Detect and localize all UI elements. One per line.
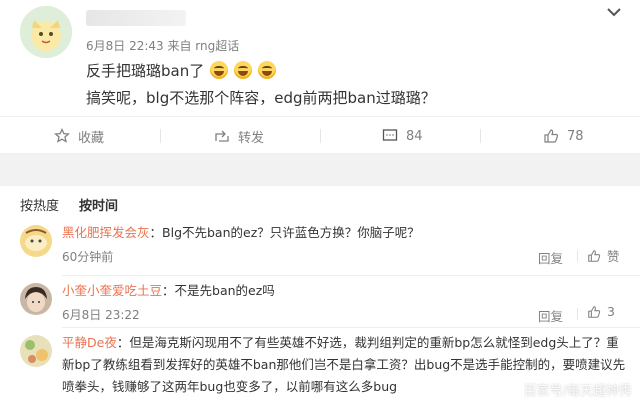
- commenter-avatar[interactable]: [20, 283, 52, 315]
- action-divider: [320, 129, 321, 143]
- thumbs-up-icon: [544, 129, 559, 143]
- comment-like-count: 3: [607, 304, 615, 319]
- comment-item: 小奎小奎爱吃土豆：不是先ban的ez吗 6月8日 23:22 回复 3: [0, 278, 640, 324]
- forward-label: 转发: [238, 130, 265, 146]
- comment-time: 6月8日 23:22: [62, 308, 140, 322]
- author-avatar[interactable]: [20, 6, 72, 58]
- commenter-name[interactable]: 黑化肥挥发会灰: [62, 225, 150, 240]
- chevron-down-icon[interactable]: [606, 6, 622, 18]
- comment-count: 84: [406, 128, 423, 144]
- section-gap: [0, 154, 640, 186]
- share-icon: [215, 130, 229, 142]
- comment-sort-bar: 按热度 按时间: [0, 186, 640, 220]
- reply-button[interactable]: 回复: [538, 248, 563, 267]
- comment-text-row: 黑化肥挥发会灰：Blg不先ban的ez？只许蓝色方换？你脑子呢？: [62, 222, 420, 241]
- watermark: 百家号/每天超神秀: [523, 384, 632, 399]
- comment-button[interactable]: 84: [382, 117, 423, 155]
- sort-by-time-tab[interactable]: 按时间: [79, 195, 118, 214]
- star-icon: [54, 128, 70, 143]
- favorite-button[interactable]: 收藏: [54, 117, 104, 155]
- commenter-name[interactable]: 平静De夜: [62, 335, 117, 350]
- thumbs-up-icon: [588, 305, 601, 318]
- reply-button[interactable]: 回复: [538, 306, 563, 325]
- post-text-line-2: 搞笑呢，blg不选那个阵容，edg前两把ban过璐璐？: [86, 89, 436, 107]
- comment-action-divider: [577, 308, 578, 320]
- comment-text: ：不是先ban的ez吗: [162, 283, 275, 298]
- post-text-line-1: 反手把璐璐ban了: [86, 60, 277, 81]
- comment-action-divider: [577, 250, 578, 262]
- comment-text-row: 小奎小奎爱吃土豆：不是先ban的ez吗: [62, 280, 275, 299]
- grin-sweat-emoji-icon: [234, 61, 253, 79]
- favorite-label: 收藏: [78, 130, 105, 146]
- comment-like-label: 赞: [607, 249, 620, 264]
- action-divider: [160, 129, 161, 143]
- comment-like-button[interactable]: 3: [587, 304, 615, 319]
- author-name-blurred[interactable]: [86, 10, 186, 26]
- avatar-image: [20, 335, 52, 367]
- grin-sweat-emoji-icon: [210, 61, 229, 79]
- avatar-image: [20, 283, 52, 315]
- anime-character-avatar-image: [20, 6, 72, 58]
- comment-item: 黑化肥挥发会灰：Blg不先ban的ez？只许蓝色方换？你脑子呢？ 60分钟前 回…: [0, 220, 640, 272]
- thumbs-up-icon: [588, 249, 601, 262]
- comment-text: ：Blg不先ban的ez？只许蓝色方换？你脑子呢？: [149, 225, 420, 240]
- comment-like-button[interactable]: 赞: [587, 246, 620, 265]
- commenter-avatar[interactable]: [20, 225, 52, 257]
- post-text: 反手把璐璐ban了: [86, 62, 205, 80]
- avatar-image: [20, 225, 52, 257]
- like-count: 78: [567, 128, 584, 144]
- forward-button[interactable]: 转发: [214, 117, 264, 155]
- grin-sweat-emoji-icon: [258, 61, 277, 79]
- action-divider: [480, 129, 481, 143]
- comment-separator: [62, 327, 640, 328]
- post-meta: 6月8日 22:43 来自 rng超话: [86, 39, 240, 53]
- comment-icon: [382, 129, 398, 141]
- post-action-bar: 收藏 转发 84 78: [0, 116, 640, 154]
- comment-time: 60分钟前: [62, 250, 114, 264]
- commenter-avatar[interactable]: [20, 335, 52, 367]
- like-button[interactable]: 78: [543, 117, 584, 155]
- sort-by-hot-tab[interactable]: 按热度: [20, 195, 59, 214]
- comment-separator: [62, 275, 640, 276]
- commenter-name[interactable]: 小奎小奎爱吃土豆: [62, 283, 162, 298]
